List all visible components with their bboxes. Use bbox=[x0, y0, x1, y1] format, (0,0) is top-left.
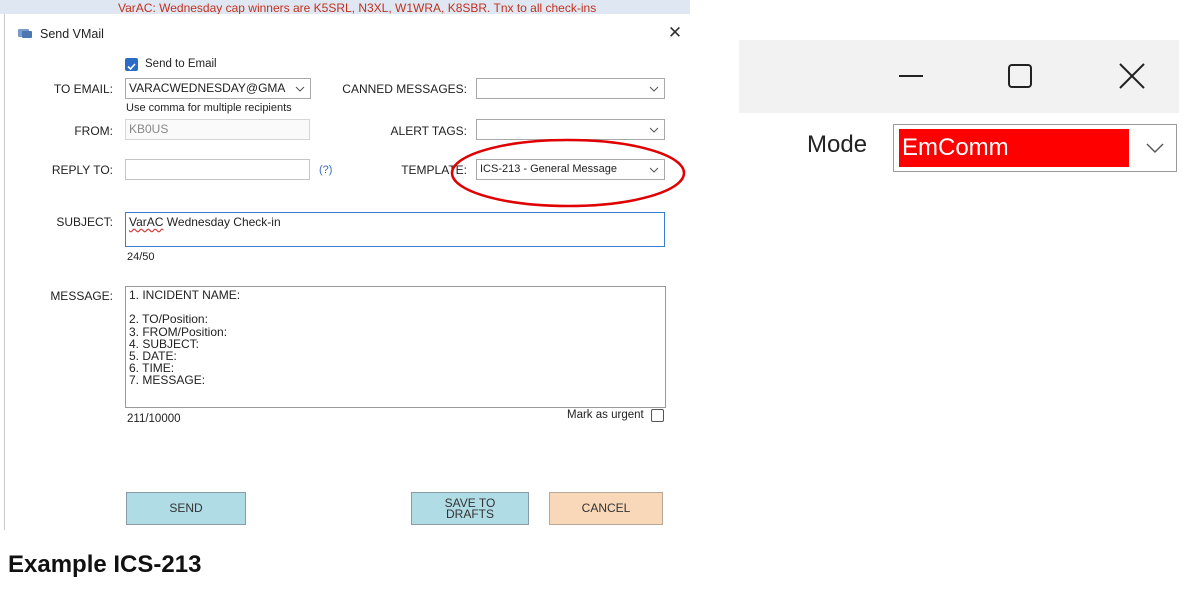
window-title: Send VMail bbox=[40, 27, 104, 41]
to-email-combo[interactable]: VARACWEDNESDAY@GMA bbox=[125, 78, 311, 99]
mode-combo[interactable]: EmComm bbox=[893, 124, 1177, 172]
title-bar: Send VMail ✕ bbox=[5, 14, 688, 50]
from-label: FROM: bbox=[74, 124, 113, 138]
background-banner-text: VarAC: Wednesday cap winners are K5SRL, … bbox=[118, 1, 597, 14]
mark-urgent-checkbox[interactable] bbox=[651, 409, 664, 422]
cancel-button[interactable]: CANCEL bbox=[549, 492, 663, 525]
alert-tags-combo[interactable] bbox=[476, 119, 665, 140]
template-combo[interactable]: ICS-213 - General Message bbox=[476, 159, 665, 180]
to-email-label: TO EMAIL: bbox=[53, 82, 113, 96]
minimize-icon[interactable] bbox=[889, 54, 933, 98]
alert-tags-label: ALERT TAGS: bbox=[390, 124, 467, 138]
canned-messages-combo[interactable] bbox=[476, 78, 665, 99]
maximize-icon[interactable] bbox=[998, 54, 1042, 98]
save-to-drafts-button[interactable]: SAVE TO DRAFTS bbox=[411, 492, 529, 525]
message-line bbox=[129, 301, 662, 313]
template-value: ICS-213 - General Message bbox=[480, 163, 617, 175]
message-char-count: 211/10000 bbox=[127, 413, 181, 425]
checkmark-icon bbox=[127, 63, 136, 71]
message-textarea[interactable]: 1. INCIDENT NAME: 2. TO/Position: 3. FRO… bbox=[125, 286, 666, 408]
message-line: 2. TO/Position: bbox=[129, 312, 208, 327]
chevron-down-icon bbox=[649, 167, 659, 173]
subject-misspelled-word: VarAC bbox=[129, 215, 164, 229]
send-to-email-checkbox[interactable] bbox=[125, 58, 138, 71]
send-to-email-label: Send to Email bbox=[145, 58, 217, 70]
message-line: 3. FROM/Position: bbox=[129, 324, 228, 339]
cancel-button-label: CANCEL bbox=[581, 501, 631, 515]
mark-urgent-label: Mark as urgent bbox=[567, 409, 644, 421]
background-window-strip: VarAC: Wednesday cap winners are K5SRL, … bbox=[0, 0, 690, 14]
to-email-value: VARACWEDNESDAY@GMA bbox=[129, 81, 286, 95]
send-vmail-dialog: Send VMail ✕ Send to Email TO EMAIL: VAR… bbox=[4, 14, 688, 530]
close-icon[interactable]: ✕ bbox=[665, 23, 685, 43]
to-email-hint: Use comma for multiple recipients bbox=[126, 102, 292, 114]
message-line: 6. TIME: bbox=[129, 361, 175, 376]
window-controls-bar bbox=[739, 40, 1179, 113]
from-field: KB0US bbox=[125, 119, 310, 140]
message-line: 4. SUBJECT: bbox=[129, 336, 200, 351]
message-line: 7. MESSAGE: bbox=[129, 373, 206, 388]
chevron-down-icon bbox=[649, 127, 659, 133]
mode-value: EmComm bbox=[899, 129, 1129, 167]
canned-messages-label: CANNED MESSAGES: bbox=[342, 82, 467, 96]
template-label: TEMPLATE: bbox=[401, 163, 467, 177]
subject-text: Wednesday Check-in bbox=[163, 215, 281, 229]
chevron-down-icon bbox=[1146, 143, 1164, 153]
chevron-down-icon bbox=[295, 86, 305, 92]
save-button-label-line2: DRAFTS bbox=[446, 506, 494, 521]
subject-char-count: 24/50 bbox=[127, 251, 155, 263]
mode-label: Mode bbox=[807, 131, 868, 158]
message-line: 5. DATE: bbox=[129, 349, 177, 363]
vmail-icon bbox=[18, 29, 32, 38]
caption-heading: Example ICS-213 bbox=[8, 551, 202, 578]
window-close-icon[interactable] bbox=[1110, 54, 1154, 98]
send-button-label: SEND bbox=[169, 501, 203, 515]
subject-input[interactable]: VarAC Wednesday Check-in bbox=[125, 212, 665, 247]
subject-label: SUBJECT: bbox=[56, 215, 113, 229]
send-button[interactable]: SEND bbox=[126, 492, 246, 525]
reply-to-label: REPLY TO: bbox=[51, 163, 113, 177]
reply-to-input[interactable] bbox=[125, 159, 310, 180]
message-line: 1. INCIDENT NAME: bbox=[129, 288, 241, 302]
message-label: MESSAGE: bbox=[50, 289, 113, 303]
chevron-down-icon bbox=[649, 86, 659, 92]
